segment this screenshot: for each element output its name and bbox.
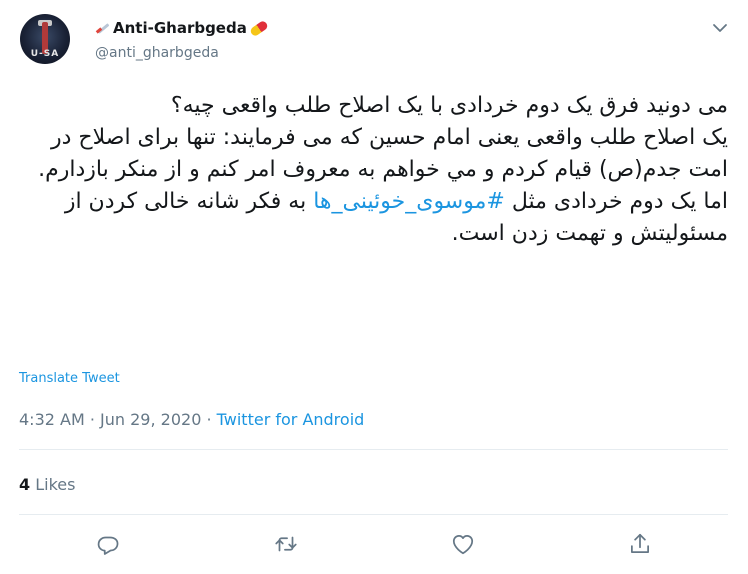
divider [19, 449, 728, 450]
likes-count[interactable]: 4 Likes [19, 475, 75, 494]
divider [19, 514, 728, 515]
tweet-meta: 4:32 AM · Jun 29, 2020 · Twitter for And… [19, 410, 364, 429]
tweet-text: می دونید فرق یک دوم خردادی با یک اصلاح ط… [16, 90, 728, 250]
pill-icon [248, 19, 269, 37]
retweet-icon[interactable] [273, 531, 299, 557]
hashtag-link[interactable]: #موسوی_خوئینی_ها [313, 189, 505, 214]
avatar[interactable]: U-SA [20, 14, 70, 64]
syringe-icon [95, 20, 111, 36]
chevron-down-icon[interactable] [712, 20, 728, 36]
meta-separator: · [84, 410, 101, 429]
share-icon[interactable] [627, 531, 653, 557]
tweet-time[interactable]: 4:32 AM [19, 410, 85, 429]
display-name[interactable]: Anti-Gharbgeda [95, 19, 269, 37]
likes-number: 4 [19, 475, 31, 494]
avatar-text: U-SA [30, 49, 60, 59]
translate-tweet-link[interactable]: Translate Tweet [19, 371, 120, 386]
reply-icon[interactable] [95, 531, 121, 557]
heart-icon[interactable] [450, 531, 476, 557]
display-name-text: Anti-Gharbgeda [113, 19, 247, 37]
tweet-date[interactable]: Jun 29, 2020 [100, 410, 201, 429]
user-handle[interactable]: @anti_gharbgeda [95, 45, 219, 61]
tweet-source-link[interactable]: Twitter for Android [217, 410, 365, 429]
likes-label: Likes [35, 475, 76, 494]
meta-separator: · [201, 410, 217, 429]
